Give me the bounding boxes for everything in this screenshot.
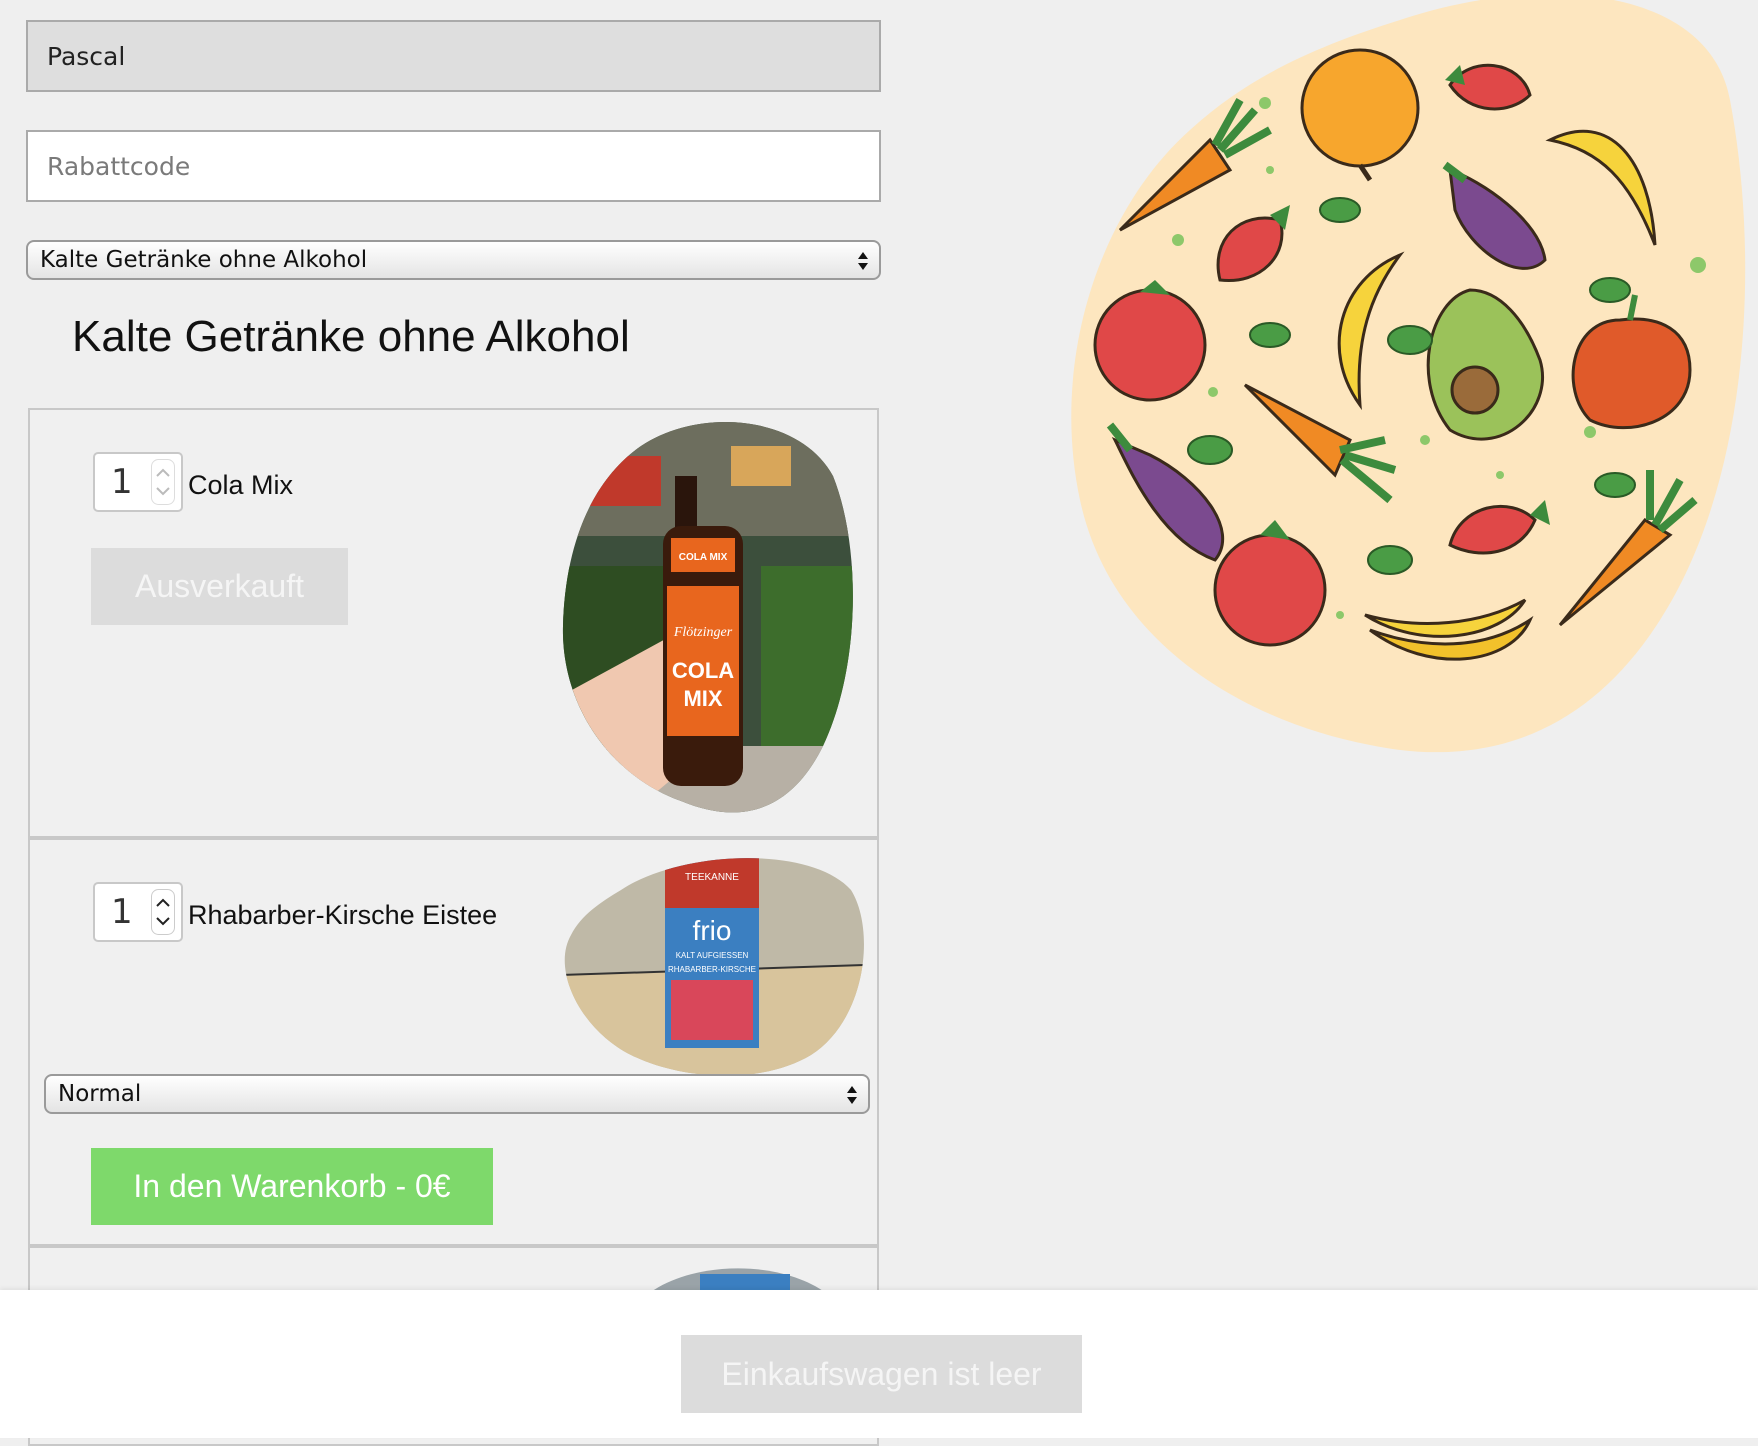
variant-select[interactable]: Normal [44,1074,870,1114]
svg-text:KALT AUFGIESSEN: KALT AUFGIESSEN [676,951,749,960]
name-field[interactable]: Pascal [26,20,881,92]
cart-footer: Einkaufswagen ist leer [0,1290,1758,1438]
stepper-arrows-icon[interactable] [151,889,175,935]
quantity-stepper[interactable]: 1 [93,452,183,512]
svg-text:RHABARBER-KIRSCHE: RHABARBER-KIRSCHE [668,965,756,974]
product-name: Cola Mix [188,470,294,500]
discount-code-input[interactable] [26,130,881,202]
select-arrows-icon [858,252,868,270]
teekanne-frio-box-photo: TEEKANNE frio KALT AUFGIESSEN RHABARBER-… [564,858,864,1076]
category-title: Kalte Getränke ohne Alkohol [72,312,630,361]
quantity-stepper[interactable]: 1 [93,882,183,942]
svg-text:TEEKANNE: TEEKANNE [685,872,739,883]
select-arrows-icon [847,1086,857,1104]
product-card-cola-mix: 1 Cola Mix Ausverkauft Flötzinger COLA M… [28,408,879,838]
svg-text:COLA: COLA [672,658,734,683]
category-select-value: Kalte Getränke ohne Alkohol [40,247,368,273]
fruit-vegetable-blob-illustration [1071,0,1746,753]
variant-select-value: Normal [58,1081,142,1107]
add-to-cart-button[interactable]: In den Warenkorb - 0€ [91,1148,493,1225]
cola-mix-bottle-photo: Flötzinger COLA MIX COLA MIX [562,422,853,813]
stepper-arrows-icon[interactable] [151,459,175,505]
svg-text:COLA MIX: COLA MIX [679,552,728,563]
cart-button[interactable]: Einkaufswagen ist leer [681,1335,1082,1413]
category-select[interactable]: Kalte Getränke ohne Alkohol [26,240,881,280]
svg-text:MIX: MIX [683,686,722,711]
sold-out-button[interactable]: Ausverkauft [91,548,348,625]
product-card-rhabarber-kirsche-eistee: 1 Rhabarber-Kirsche Eistee TEEKANNE frio… [28,838,879,1246]
svg-text:Flötzinger: Flötzinger [673,625,733,640]
product-name: Rhabarber-Kirsche Eistee [188,900,498,930]
svg-text:frio: frio [693,915,732,946]
